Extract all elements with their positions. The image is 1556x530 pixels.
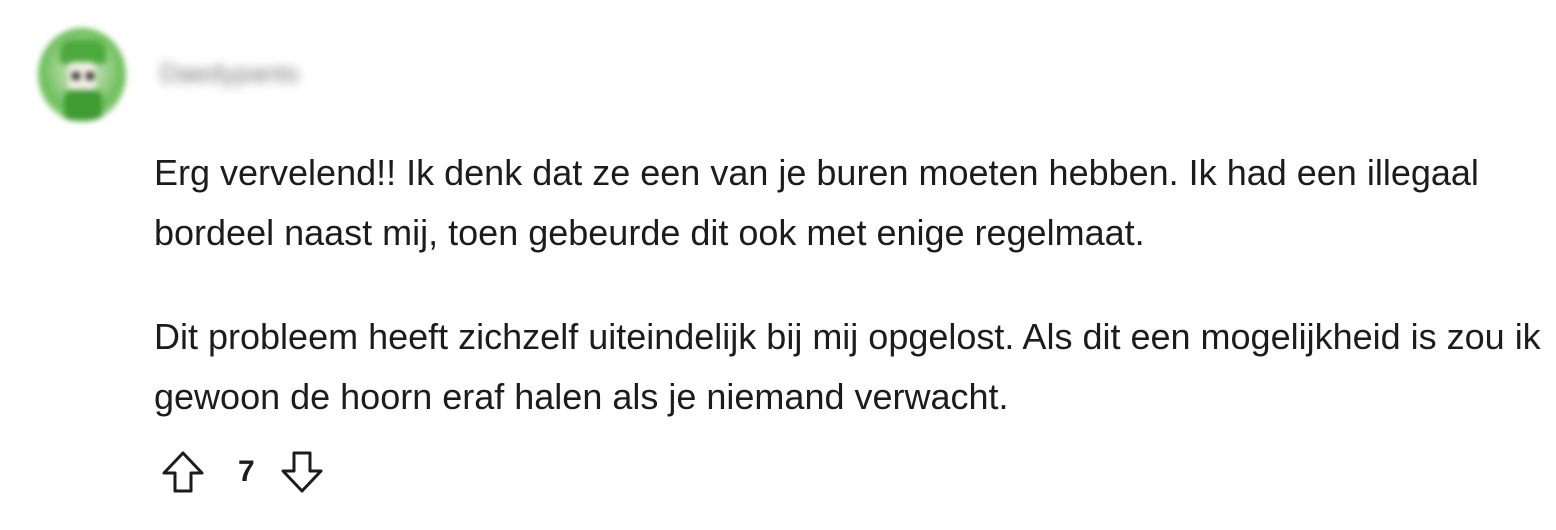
avatar-hat bbox=[60, 40, 106, 64]
vote-score: 7 bbox=[238, 455, 255, 488]
vote-bar: 7 bbox=[158, 447, 327, 497]
username[interactable]: Daedypants bbox=[160, 58, 299, 89]
upvote-button[interactable] bbox=[158, 447, 208, 497]
arrow-down-outline-icon bbox=[281, 451, 323, 493]
avatar-body bbox=[64, 90, 102, 120]
comment-body: Erg vervelend!! Ik denk dat ze een van j… bbox=[154, 143, 1544, 427]
comment-paragraph-2: Dit probleem heeft zichzelf uiteindelijk… bbox=[154, 316, 1541, 417]
arrow-up-outline-icon bbox=[162, 451, 204, 493]
downvote-button[interactable] bbox=[277, 447, 327, 497]
avatar[interactable] bbox=[38, 28, 126, 122]
comment-paragraph-1: Erg vervelend!! Ik denk dat ze een van j… bbox=[154, 152, 1479, 253]
avatar-eye-left bbox=[72, 72, 80, 80]
avatar-eye-right bbox=[86, 72, 94, 80]
